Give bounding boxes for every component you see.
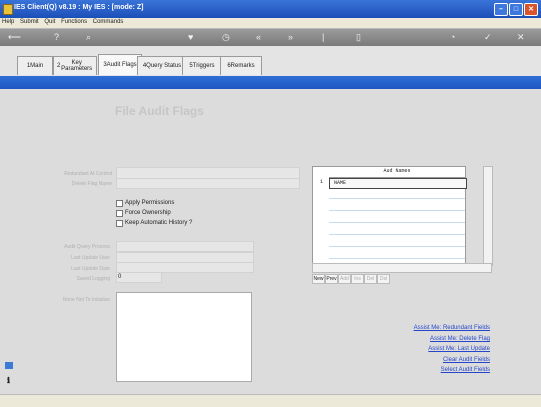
menu-functions[interactable]: Functions — [59, 18, 89, 26]
tab-remarks[interactable]: 6 Remarks — [220, 56, 262, 75]
grid-dsl-button[interactable]: Dsl — [377, 274, 390, 284]
clock-icon[interactable]: ◷ — [222, 32, 230, 42]
saved-logging-label: Saved Logging — [76, 276, 110, 282]
grid-del-button[interactable]: Del — [364, 274, 377, 284]
saved-logging-value: 0 — [118, 274, 122, 280]
tab-label: Triggers — [192, 63, 215, 69]
page-title: File Audit Flags — [115, 104, 204, 118]
heart-icon[interactable]: ♥ — [188, 32, 193, 42]
aud-names-grid: Aud Names NAME 1 — [312, 166, 467, 265]
close-button[interactable]: ✕ — [524, 3, 538, 16]
assist-last-update-link[interactable]: Assist Me: Last Update — [428, 346, 490, 352]
keep-history-checkbox[interactable] — [116, 220, 123, 227]
forward-icon[interactable]: » — [288, 32, 293, 42]
none-label: None Not To Initialize — [62, 297, 110, 303]
audit-query-label: Audit Query Process — [64, 244, 110, 250]
last-user-label: Last Update User — [71, 255, 110, 261]
menu-quit[interactable]: Quit — [42, 18, 57, 26]
redundant-label: Redundant At Control — [64, 171, 112, 177]
none-textarea[interactable] — [116, 292, 252, 382]
app-icon — [3, 4, 13, 15]
tab-audit-flags[interactable]: 3 Audit Flags — [98, 54, 142, 75]
close-icon[interactable]: ✕ — [517, 32, 525, 42]
tab-query-status[interactable]: 4 Query Status — [137, 56, 187, 75]
apply-permissions-label: Apply Permissions — [125, 200, 175, 206]
tab-main[interactable]: 1 Main — [17, 56, 53, 75]
menu-help[interactable]: Help — [0, 18, 16, 26]
minimize-button[interactable]: – — [494, 3, 508, 16]
pipe-icon[interactable]: | — [322, 32, 324, 42]
last-date-label: Last Update Date — [71, 266, 110, 272]
grid-new-button[interactable]: New — [312, 274, 325, 284]
grid-header: Aud Names — [329, 168, 465, 178]
back-icon[interactable]: « — [256, 32, 261, 42]
pipe-icon-2[interactable]: ▯ — [356, 32, 361, 42]
grid-row-empty[interactable] — [329, 225, 465, 235]
force-ownership-label: Force Ownership — [125, 210, 171, 216]
status-bar — [0, 394, 541, 407]
grid-row-num: 1 — [320, 179, 324, 185]
saved-logging-field[interactable]: 0 — [116, 272, 162, 283]
menu-submit[interactable]: Submit — [18, 18, 41, 26]
lock-icon[interactable]: ◔ — [450, 32, 455, 42]
clear-audit-fields-link[interactable]: Clear Audit Fields — [443, 357, 490, 363]
grid-row-empty[interactable] — [329, 249, 465, 259]
search-icon[interactable]: ⌕ — [86, 32, 91, 42]
side-panel-icon[interactable] — [5, 362, 13, 369]
delete-flag-field[interactable] — [116, 178, 300, 189]
tab-label: Main — [30, 63, 44, 69]
grid-row-empty[interactable] — [329, 189, 465, 199]
tab-header-bar — [0, 76, 541, 89]
toolbar: ⟵ ? ⌕ ♥ ◷ « » | ▯ ◔ ✓ ✕ — [0, 29, 541, 46]
check-icon[interactable]: ✓ — [484, 32, 492, 42]
grid-row-1[interactable]: NAME — [329, 178, 467, 189]
title-bar: IES Client(Q) v8.19 : My IES : [mode: Z]… — [0, 0, 541, 18]
menu-bar: Help Submit Quit Functions Commands — [0, 18, 541, 29]
grid-cell-name[interactable]: NAME — [334, 180, 346, 186]
grid-row-empty[interactable] — [329, 201, 465, 211]
help-icon[interactable]: ? — [54, 32, 59, 42]
audit-query-field[interactable] — [116, 241, 254, 252]
grid-ins-button[interactable]: Ins — [351, 274, 364, 284]
delete-flag-label: Delete Flag Name — [71, 181, 112, 187]
grid-horizontal-scrollbar[interactable] — [312, 263, 492, 273]
arrow-icon[interactable]: ⟵ — [8, 32, 21, 42]
grid-row-empty[interactable] — [329, 213, 465, 223]
assist-redundant-link[interactable]: Assist Me: Redundant Fields — [414, 325, 490, 331]
keep-history-label: Keep Automatic History ? — [125, 220, 193, 226]
tab-label: Remarks — [230, 63, 255, 69]
tab-key-parameters[interactable]: 2 Key Parameters — [53, 56, 97, 75]
apply-permissions-checkbox[interactable] — [116, 200, 123, 207]
assist-delete-flag-link[interactable]: Assist Me: Delete Flag — [430, 336, 490, 342]
menu-commands[interactable]: Commands — [91, 18, 126, 26]
grid-prev-button[interactable]: Prev — [325, 274, 338, 284]
tab-label: Audit Flags — [106, 62, 137, 68]
grid-row-empty[interactable] — [329, 237, 465, 247]
tab-triggers[interactable]: 5 Triggers — [182, 56, 222, 75]
window-title: IES Client(Q) v8.19 : My IES : [mode: Z] — [14, 4, 144, 11]
tab-strip: 1 Main 2 Key Parameters 3 Audit Flags 4 Quer… — [0, 46, 541, 76]
info-icon[interactable]: ℹ — [7, 376, 11, 385]
maximize-button[interactable]: □ — [509, 3, 523, 16]
grid-add-button[interactable]: Add — [338, 274, 351, 284]
tab-label: Query Status — [146, 63, 182, 69]
select-audit-fields-link[interactable]: Select Audit Fields — [441, 367, 490, 373]
grid-vertical-scrollbar[interactable] — [483, 166, 493, 266]
force-ownership-checkbox[interactable] — [116, 210, 123, 217]
tab-label: Key Parameters — [61, 60, 93, 72]
